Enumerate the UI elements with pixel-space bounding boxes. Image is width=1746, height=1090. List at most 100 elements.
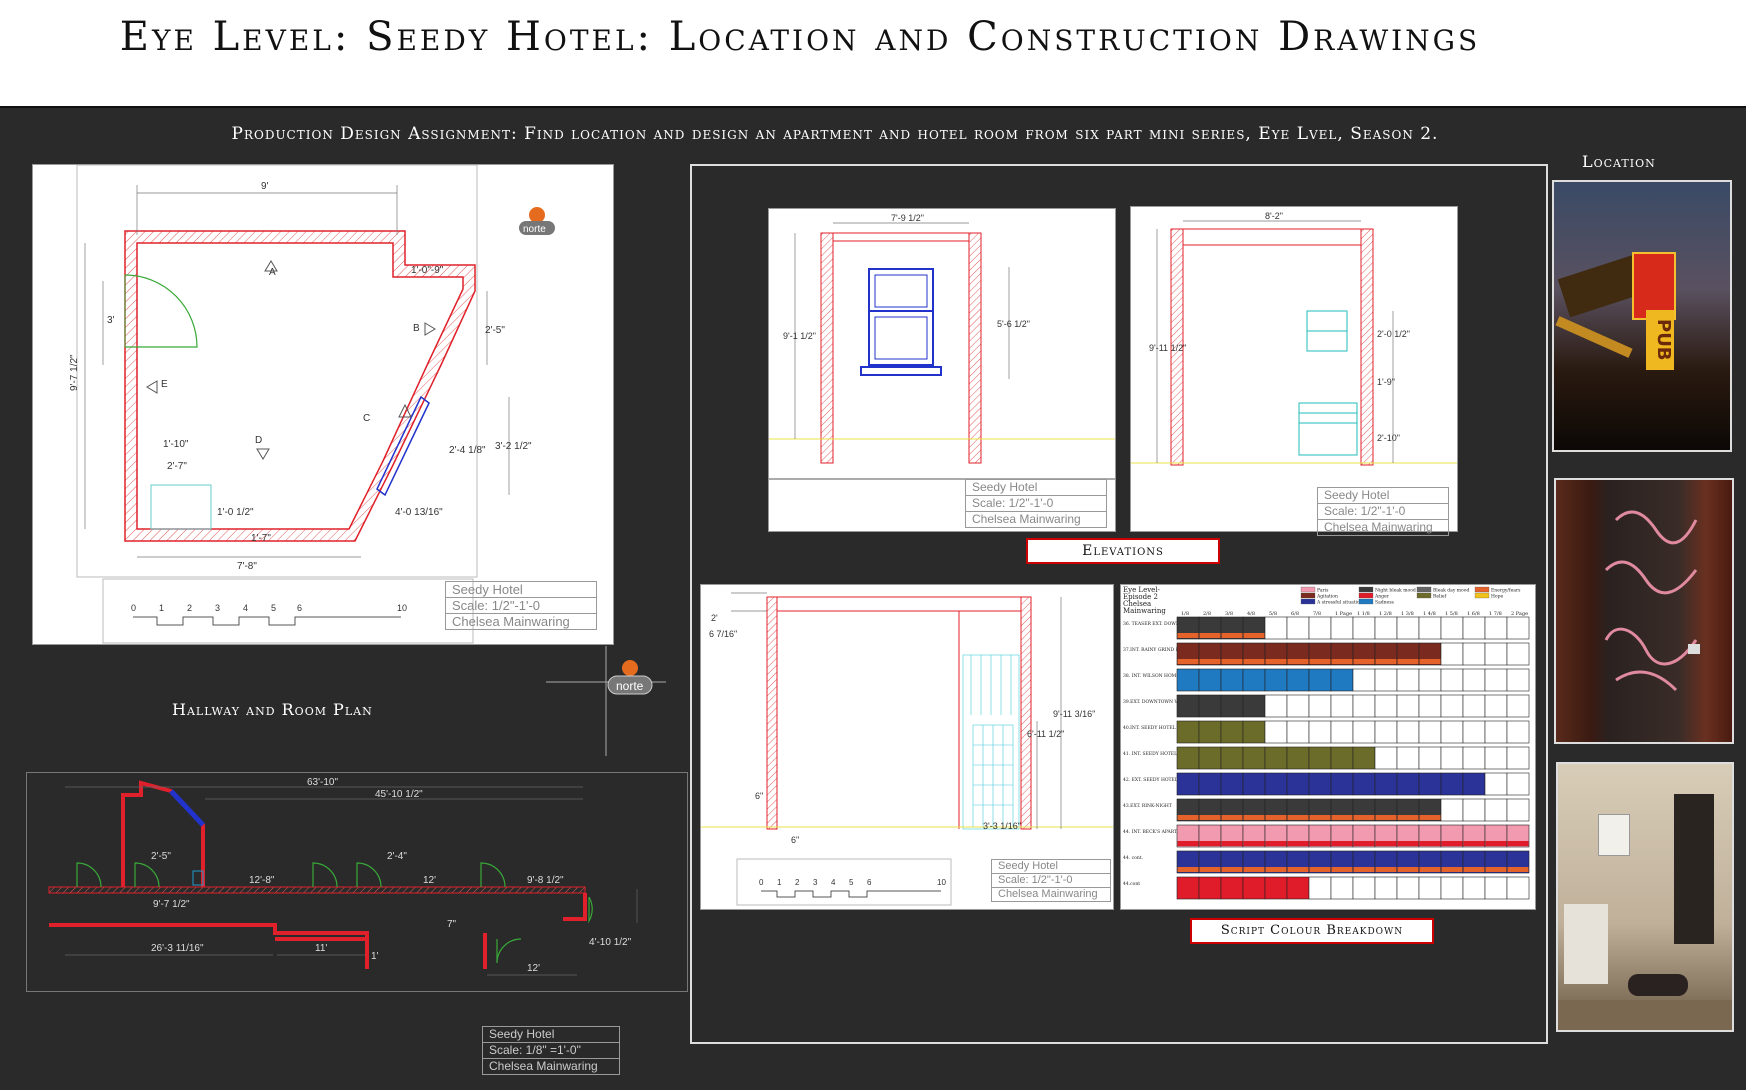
dim-label: 4'-10 1/2" xyxy=(589,937,632,948)
breakdown-band xyxy=(1287,659,1309,664)
breakdown-band xyxy=(1221,841,1243,846)
breakdown-band xyxy=(1309,841,1331,846)
column-header: 2 Page xyxy=(1511,611,1528,617)
breakdown-band xyxy=(1243,841,1265,846)
legend-swatch xyxy=(1416,592,1432,599)
dim-label: 11' xyxy=(315,943,327,954)
breakdown-band xyxy=(1309,867,1331,872)
dim-label: 7" xyxy=(447,919,457,930)
breakdown-cell xyxy=(1176,772,1200,796)
column-header: 1/8 xyxy=(1181,611,1189,617)
dim-label: 9'-8 1/2" xyxy=(527,875,564,886)
breakdown-band xyxy=(1243,815,1265,820)
breakdown-cell xyxy=(1330,772,1354,796)
location-photo-pub: PUB xyxy=(1552,180,1732,452)
legend-label: Agitation xyxy=(1316,594,1338,600)
column-header: 7/8 xyxy=(1313,611,1321,617)
dim-label: 2'-7" xyxy=(167,461,187,472)
breakdown-cell xyxy=(1484,746,1508,770)
breakdown-band xyxy=(1177,659,1199,664)
column-header: 2/8 xyxy=(1203,611,1211,617)
dim-label: 3'-3 1/16" xyxy=(983,821,1021,831)
marker-label: A xyxy=(269,267,276,278)
breakdown-cell xyxy=(1462,798,1486,822)
legend-swatch xyxy=(1358,586,1374,593)
breakdown-band xyxy=(1265,841,1287,846)
breakdown-cell xyxy=(1198,720,1222,744)
breakdown-band xyxy=(1265,815,1287,820)
legend-swatch xyxy=(1358,598,1374,605)
dim-label: 2'-5" xyxy=(151,851,171,862)
breakdown-band xyxy=(1419,815,1441,820)
breakdown-cell xyxy=(1462,746,1486,770)
dim-label: 12' xyxy=(423,875,436,886)
breakdown-cell xyxy=(1352,668,1376,692)
breakdown-cell xyxy=(1286,876,1310,900)
dim-label: 2'-5" xyxy=(485,325,505,336)
breakdown-cell xyxy=(1418,746,1442,770)
breakdown-cell xyxy=(1198,772,1222,796)
hallway-title-block: Seedy Hotel Scale: 1/8" =1'-0" Chelsea M… xyxy=(482,1026,620,1075)
column-header: 4/8 xyxy=(1247,611,1255,617)
breakdown-cell xyxy=(1308,746,1332,770)
location-photo-graffiti-door xyxy=(1554,478,1734,744)
breakdown-cell xyxy=(1330,616,1354,640)
breakdown-cell xyxy=(1264,746,1288,770)
hallway-plan-drawing: 63'-10" 45'-10 1/2" 2'-5" 9'-7 1/2" 12'-… xyxy=(48,777,638,976)
breakdown-band xyxy=(1485,841,1507,846)
breakdown-cell xyxy=(1462,694,1486,718)
breakdown-cell xyxy=(1418,720,1442,744)
dim-label: 6" xyxy=(755,791,763,801)
breakdown-cell xyxy=(1242,694,1266,718)
breakdown-cell xyxy=(1440,694,1464,718)
dim-label: 3' xyxy=(107,315,115,326)
dim-label: 9' xyxy=(261,181,269,192)
row-label: 44.cont xyxy=(1123,881,1140,887)
legend-label: Anger xyxy=(1374,594,1390,600)
breakdown-band xyxy=(1331,659,1353,664)
svg-text:6: 6 xyxy=(867,878,872,887)
breakdown-band xyxy=(1331,867,1353,872)
breakdown-cell xyxy=(1176,876,1200,900)
breakdown-cell xyxy=(1418,772,1442,796)
legend-label: Bleak day mood xyxy=(1433,588,1469,594)
breakdown-cell xyxy=(1286,720,1310,744)
title-block: Seedy Hotel Scale: 1/2"-1'-0 Chelsea Mai… xyxy=(965,479,1107,528)
breakdown-cell xyxy=(1242,772,1266,796)
legend-swatch xyxy=(1358,592,1374,599)
elevation-2-panel: 8'-2" 9'-11 1/2" 2'-0 1/2" 1'-9" 2'-10" … xyxy=(1130,206,1458,536)
breakdown-band xyxy=(1309,659,1331,664)
breakdown-cell xyxy=(1374,876,1398,900)
legend-swatch xyxy=(1300,592,1316,599)
legend-swatch xyxy=(1300,598,1316,605)
breakdown-cell xyxy=(1440,642,1464,666)
svg-text:4: 4 xyxy=(831,878,836,887)
breakdown-cell xyxy=(1242,668,1266,692)
location-photo-hotel-room xyxy=(1556,762,1734,1032)
breakdown-band xyxy=(1353,841,1375,846)
breakdown-band xyxy=(1199,659,1221,664)
column-header: 1 4/8 xyxy=(1423,611,1436,617)
breakdown-cell xyxy=(1440,798,1464,822)
svg-text:6: 6 xyxy=(297,603,302,613)
breakdown-cell xyxy=(1264,616,1288,640)
column-header: 1 3/8 xyxy=(1401,611,1414,617)
column-header: 3/8 xyxy=(1225,611,1233,617)
norte-logo-icon: norte xyxy=(546,646,666,756)
breakdown-cell xyxy=(1484,772,1508,796)
breakdown-band xyxy=(1419,659,1441,664)
dim-label: 9'-11 3/16" xyxy=(1053,709,1095,719)
breakdown-cell xyxy=(1462,720,1486,744)
breakdown-cell xyxy=(1352,876,1376,900)
breakdown-band xyxy=(1243,659,1265,664)
svg-text:0: 0 xyxy=(759,878,764,887)
elevation-2-drawing: 8'-2" 9'-11 1/2" 2'-0 1/2" 1'-9" 2'-10" xyxy=(1131,211,1457,466)
breakdown-cell xyxy=(1352,720,1376,744)
breakdown-band xyxy=(1199,841,1221,846)
elevation-3-panel: 2' 6 7/16" 6" 9'-11 3/16" 6'-11 1/2" 3'-… xyxy=(700,584,1114,910)
breakdown-band xyxy=(1485,867,1507,872)
breakdown-cell xyxy=(1286,746,1310,770)
legend-swatch xyxy=(1416,586,1432,593)
breakdown-cell xyxy=(1330,668,1354,692)
legend-swatch xyxy=(1300,586,1316,593)
